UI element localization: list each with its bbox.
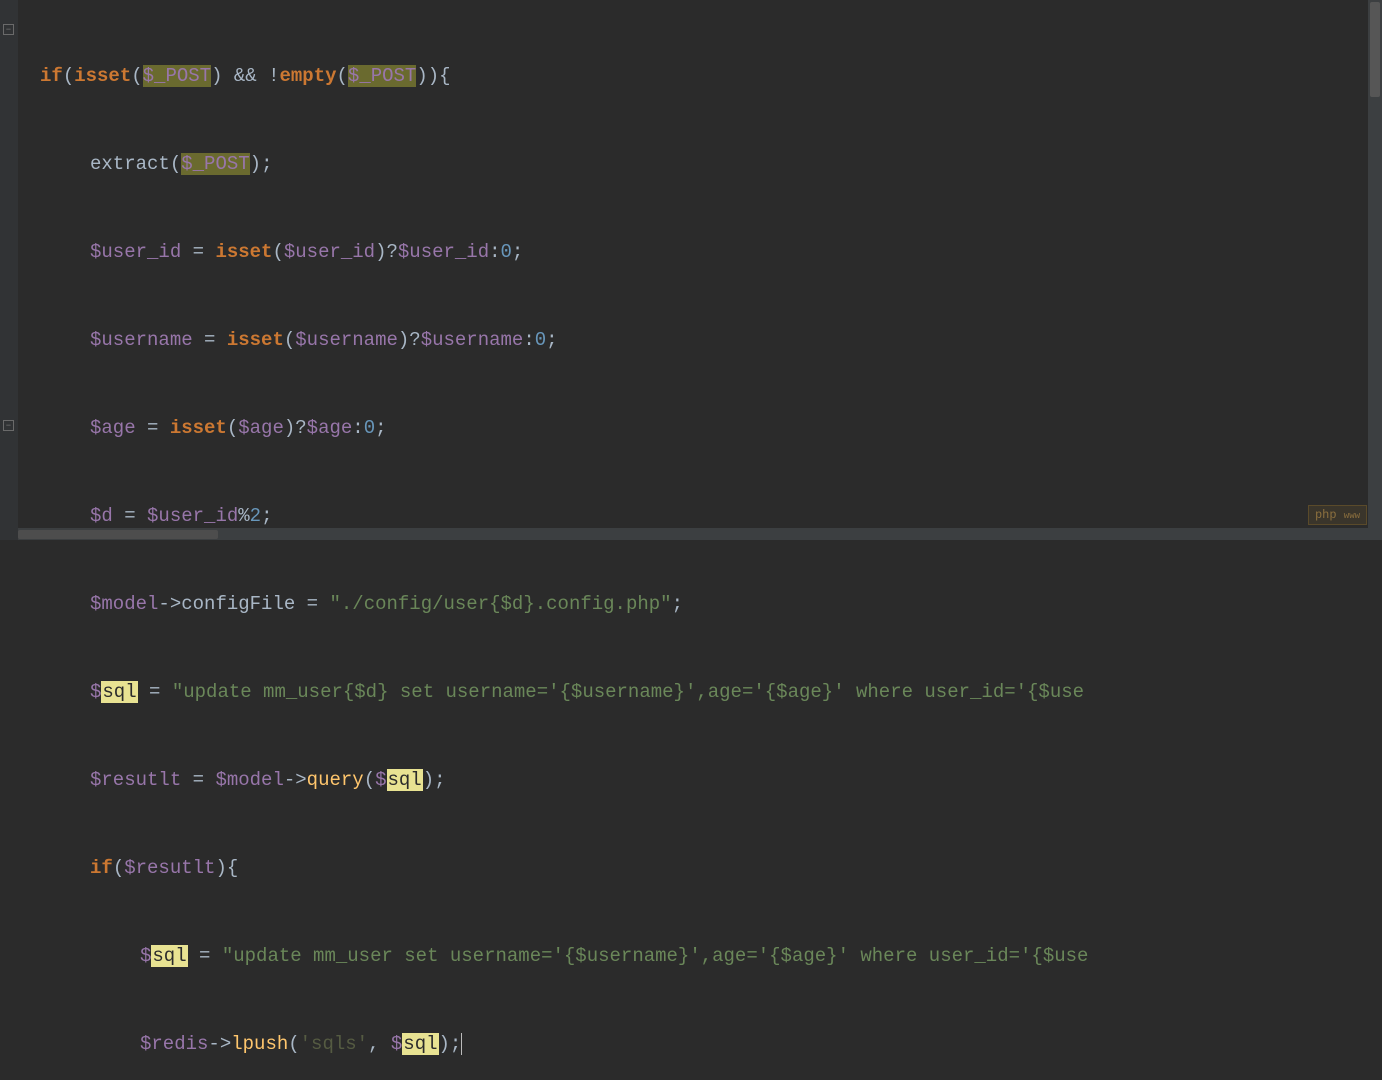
code-line: if(isset($_POST) && !empty($_POST)){	[22, 54, 1382, 98]
code-line: $model->configFile = "./config/user{$d}.…	[22, 582, 1382, 626]
code-editor[interactable]: if(isset($_POST) && !empty($_POST)){ ext…	[0, 0, 1382, 1080]
highlighted-sql: sql	[151, 945, 187, 967]
highlighted-sql: sql	[101, 681, 137, 703]
code-line: extract($_POST);	[22, 142, 1382, 186]
highlighted-var: $_POST	[348, 65, 416, 87]
text-cursor	[461, 1033, 462, 1055]
code-line: $sql = "update mm_user set username='{$u…	[22, 934, 1382, 978]
code-line: $redis->lpush('sqls', $sql);	[22, 1022, 1382, 1066]
highlighted-sql: sql	[387, 769, 423, 791]
code-line: $username = isset($username)?$username:0…	[22, 318, 1382, 362]
watermark-badge: php www	[1308, 505, 1367, 525]
code-line: $resutlt = $model->query($sql);	[22, 758, 1382, 802]
code-line: $sql = "update mm_user{$d} set username=…	[22, 670, 1382, 714]
highlighted-var: $_POST	[143, 65, 211, 87]
code-line: $user_id = isset($user_id)?$user_id:0;	[22, 230, 1382, 274]
scrollbar-thumb[interactable]	[1370, 2, 1380, 97]
scrollbar-thumb[interactable]	[18, 530, 218, 539]
code-line: $age = isset($age)?$age:0;	[22, 406, 1382, 450]
code-line: if($resutlt){	[22, 846, 1382, 890]
highlighted-sql: sql	[402, 1033, 438, 1055]
vertical-scrollbar[interactable]	[1368, 0, 1382, 540]
highlighted-var: $_POST	[181, 153, 249, 175]
horizontal-scrollbar[interactable]	[18, 528, 1368, 540]
